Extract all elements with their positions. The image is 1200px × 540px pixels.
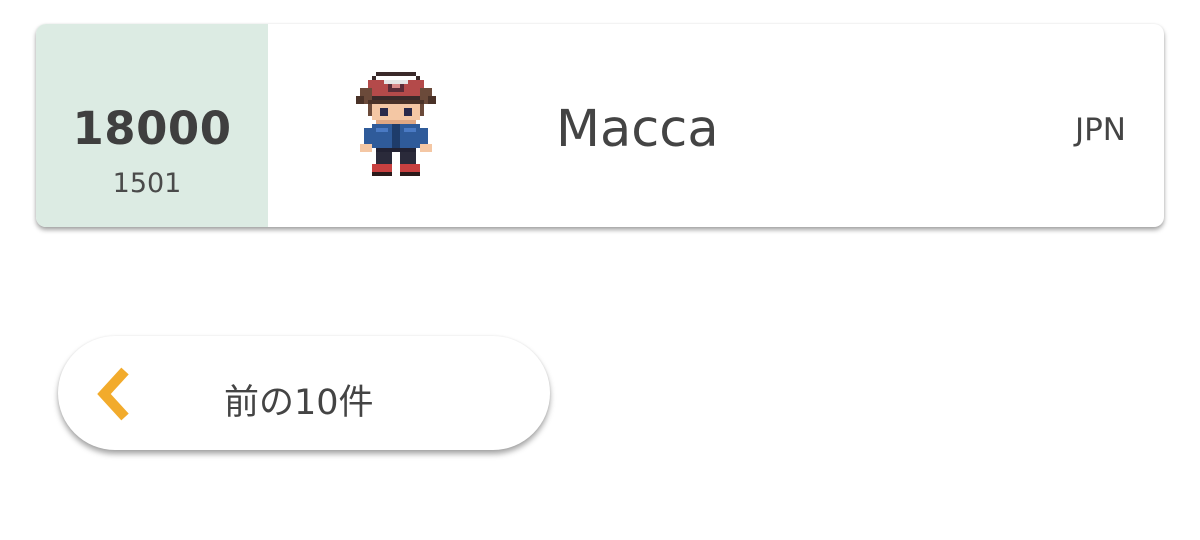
score-cell: 18000 1501 [36, 24, 268, 227]
player-name: Macca [556, 100, 719, 159]
ranking-entry-card[interactable]: 18000 1501 Macca JPN [36, 24, 1164, 227]
country-code: JPN [1074, 112, 1126, 148]
rating-value: 18000 [72, 102, 232, 155]
trainer-sprite-icon [348, 68, 444, 180]
previous-page-button[interactable]: 前の10件 [58, 336, 550, 450]
previous-page-label: 前の10件 [224, 383, 374, 423]
rank-value: 1501 [112, 168, 182, 199]
chevron-left-icon [94, 366, 134, 422]
